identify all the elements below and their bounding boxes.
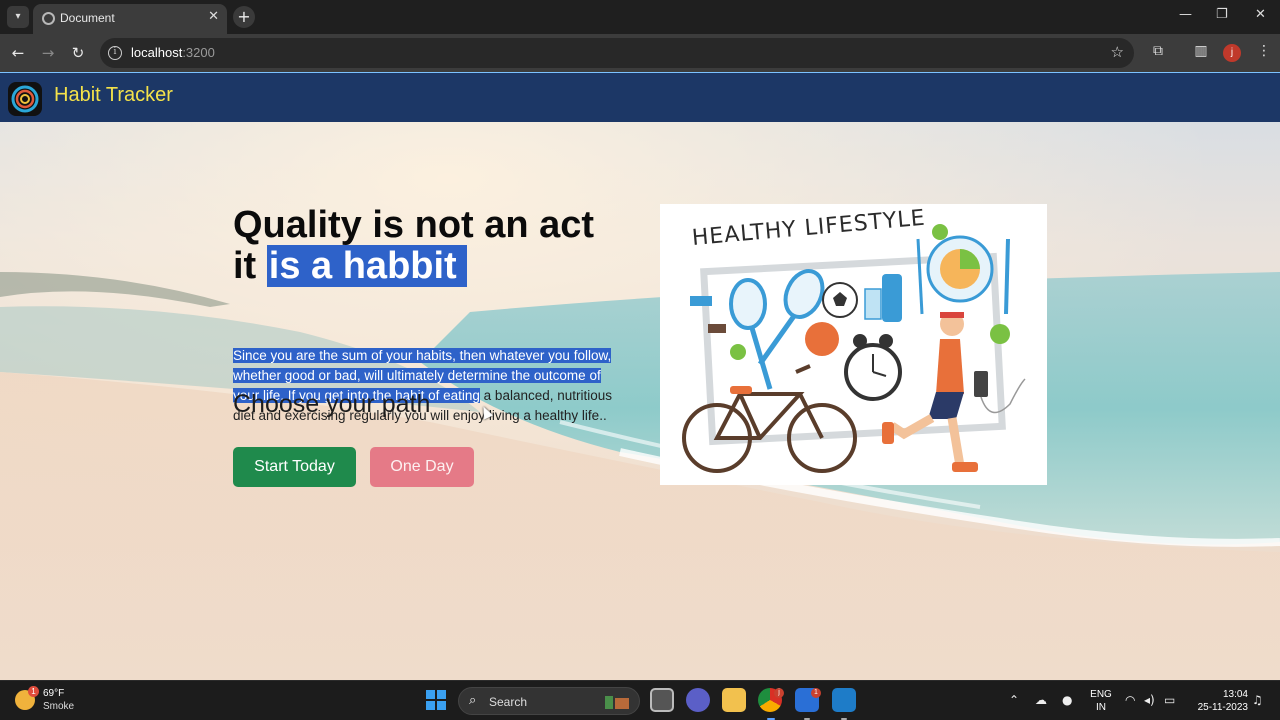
browser-tab[interactable]: Document ✕ — [33, 4, 227, 34]
url-text: localhost:3200 — [131, 45, 215, 60]
system-clock[interactable]: 13:04 25-11-2023 — [1186, 688, 1248, 714]
web-page: Habit Tracker Quality is not an act it i… — [0, 72, 1280, 680]
minimize-icon[interactable]: — — [1179, 7, 1192, 22]
windows-start-icon[interactable] — [426, 690, 446, 710]
weather-condition[interactable]: Smoke — [43, 701, 74, 712]
forward-icon[interactable]: → — [37, 42, 59, 64]
new-tab-button[interactable]: + — [233, 6, 255, 28]
choose-path-heading: Choose your path — [233, 390, 431, 418]
start-today-button[interactable]: Start Today — [233, 447, 356, 487]
hero-section: Quality is not an act it is a habbit Sin… — [0, 122, 1280, 680]
language-code: ENG — [1090, 689, 1112, 700]
healthy-lifestyle-image: HEALTHY LIFESTYLE — [660, 204, 1047, 485]
windows-taskbar: 1 69°F Smoke ⌕ Search j 1 ⌃ ☁ ● ENG IN ◠… — [0, 680, 1280, 720]
url-port: :3200 — [182, 45, 215, 60]
globe-icon — [42, 12, 55, 25]
brand-name[interactable]: Habit Tracker — [54, 84, 173, 107]
clock-date: 25-11-2023 — [1197, 702, 1248, 713]
weather-temperature[interactable]: 69°F — [43, 688, 64, 699]
headline-highlight: is a habbit — [266, 245, 467, 287]
tab-close-icon[interactable]: ✕ — [208, 9, 219, 24]
taskbar-search-box[interactable]: ⌕ Search — [458, 687, 640, 715]
language-region: IN — [1096, 702, 1106, 713]
reload-icon[interactable]: ↻ — [67, 42, 89, 64]
language-indicator[interactable]: ENG IN — [1090, 688, 1112, 714]
url-host: localhost — [131, 45, 183, 60]
headline-line-1: Quality is not an act — [233, 204, 595, 246]
site-navbar: Habit Tracker — [0, 72, 1280, 122]
window-close-icon[interactable]: ✕ — [1255, 7, 1266, 22]
microphone-icon[interactable]: ● — [1062, 693, 1072, 707]
bookmark-star-icon[interactable]: ☆ — [1111, 43, 1124, 61]
profile-avatar[interactable]: j — [1223, 44, 1241, 62]
vscode-icon[interactable] — [832, 688, 856, 712]
tab-title: Document — [60, 11, 115, 25]
battery-icon[interactable]: ▭ — [1164, 693, 1175, 707]
tab-search-chevron-icon[interactable]: ▾ — [7, 6, 29, 28]
maximize-icon[interactable]: ❐ — [1216, 7, 1228, 22]
weather-badge: 1 — [28, 686, 39, 697]
file-explorer-icon[interactable] — [722, 688, 746, 712]
clock-time: 13:04 — [1222, 689, 1248, 700]
tray-chevron-icon[interactable]: ⌃ — [1009, 693, 1019, 707]
search-label: Search — [489, 695, 528, 709]
hero-headline: Quality is not an act it is a habbit — [233, 205, 653, 287]
address-bar[interactable]: i localhost:3200 ☆ — [100, 38, 1134, 68]
wifi-icon[interactable]: ◠ — [1125, 693, 1135, 707]
extensions-icon[interactable]: ⧉ — [1148, 43, 1168, 59]
chrome-menu-icon[interactable]: ⋮ — [1254, 43, 1274, 59]
browser-toolbar: ← → ↻ i localhost:3200 ☆ ⧉ ▥ ⋮ — [0, 34, 1280, 72]
headline-line-2-prefix: it — [233, 245, 267, 287]
volume-icon[interactable]: ◂) — [1144, 693, 1155, 707]
search-highlight-icon — [605, 696, 629, 709]
camera-badge: 1 — [811, 688, 821, 698]
search-icon: ⌕ — [469, 693, 477, 708]
side-panel-icon[interactable]: ▥ — [1191, 43, 1211, 59]
notification-bell-icon[interactable]: ♫ — [1252, 693, 1263, 707]
site-info-icon[interactable]: i — [108, 46, 122, 60]
brand-logo-icon[interactable] — [8, 82, 42, 116]
back-icon[interactable]: ← — [7, 42, 29, 64]
one-day-button[interactable]: One Day — [370, 447, 474, 487]
onedrive-icon[interactable]: ☁ — [1035, 693, 1047, 707]
browser-titlebar: ▾ Document ✕ + — ❐ ✕ — [0, 0, 1280, 34]
teams-chat-icon[interactable] — [686, 688, 710, 712]
task-view-icon[interactable] — [650, 688, 674, 712]
chrome-badge: j — [774, 688, 784, 698]
